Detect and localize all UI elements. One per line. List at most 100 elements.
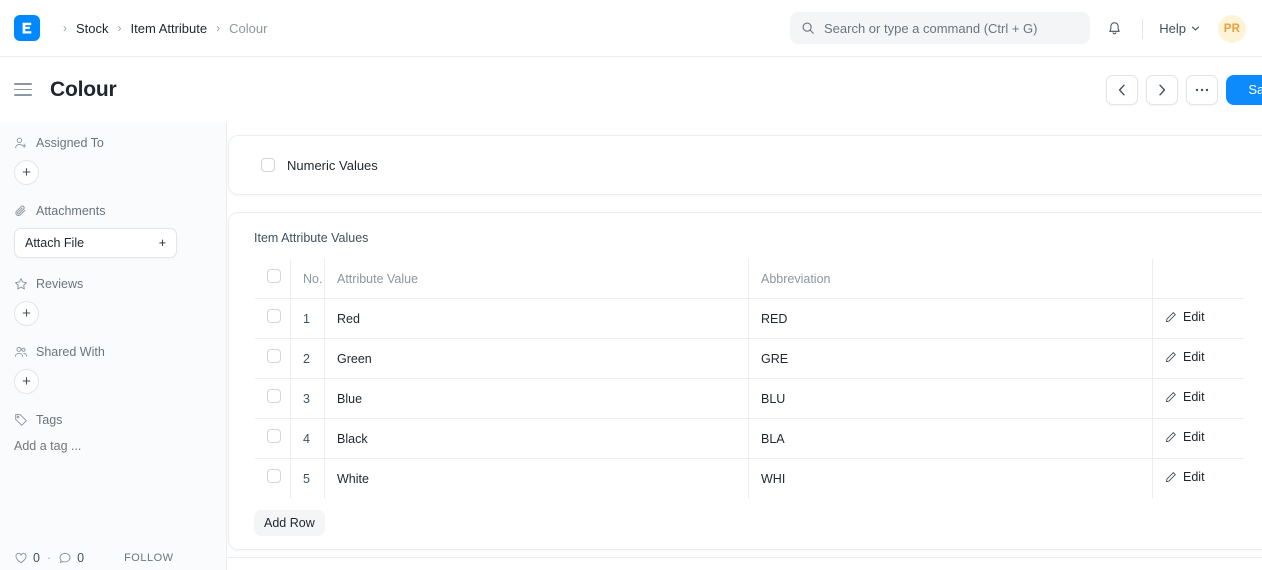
like-count-value: 0 bbox=[33, 551, 40, 565]
user-avatar[interactable]: PR bbox=[1218, 14, 1246, 43]
select-all-cell bbox=[255, 259, 291, 299]
edit-row-button[interactable]: Edit bbox=[1165, 350, 1205, 364]
column-header-no: No. bbox=[290, 259, 325, 299]
table-row[interactable]: 5 White WHI Edit bbox=[255, 458, 1245, 499]
global-search[interactable] bbox=[790, 12, 1090, 44]
shared-with-label: Shared With bbox=[36, 345, 105, 359]
hamburger-line-2 bbox=[14, 88, 32, 91]
more-actions-button[interactable] bbox=[1186, 74, 1219, 105]
bell-icon bbox=[1108, 22, 1120, 35]
help-menu-button[interactable]: Help bbox=[1155, 17, 1204, 40]
page-body: Assigned To + Attachments Attach File + bbox=[0, 122, 1262, 570]
edit-row-label: Edit bbox=[1183, 309, 1205, 324]
assigned-to-label-row: Assigned To bbox=[14, 136, 210, 150]
item-attribute-values-table: No. Attribute Value Abbreviation 1 Red R… bbox=[254, 258, 1245, 499]
row-abbreviation[interactable]: GRE bbox=[748, 338, 1153, 379]
row-abbreviation[interactable]: BLU bbox=[748, 378, 1153, 419]
row-attribute-value[interactable]: Blue bbox=[324, 378, 749, 419]
like-count[interactable]: 0 bbox=[14, 551, 40, 565]
edit-row-button[interactable]: Edit bbox=[1165, 390, 1205, 404]
numeric-values-checkbox[interactable] bbox=[261, 158, 275, 172]
row-attribute-value[interactable]: Black bbox=[324, 418, 749, 459]
follow-button[interactable]: FOLLOW bbox=[124, 552, 173, 564]
previous-document-button[interactable] bbox=[1106, 74, 1139, 105]
add-row-button[interactable]: Add Row bbox=[254, 510, 325, 536]
row-action-cell: Edit bbox=[1152, 338, 1244, 379]
reviews-label-row: Reviews bbox=[14, 277, 210, 291]
add-tag-input[interactable] bbox=[14, 439, 164, 453]
numeric-values-card: Numeric Values bbox=[228, 135, 1262, 195]
table-row[interactable]: 3 Blue BLU Edit bbox=[255, 378, 1244, 419]
breadcrumb-separator-0: › bbox=[63, 21, 67, 35]
row-checkbox[interactable] bbox=[267, 349, 281, 363]
sidebar-section-assigned-to: Assigned To + bbox=[14, 136, 210, 185]
chevron-down-icon bbox=[1191, 26, 1200, 31]
footer-separator: · bbox=[46, 551, 52, 565]
save-button[interactable]: Save bbox=[1226, 74, 1262, 105]
search-input[interactable] bbox=[824, 20, 1079, 36]
comment-count-value: 0 bbox=[77, 551, 85, 565]
attachments-label-row: Attachments bbox=[14, 204, 210, 218]
breadcrumb-item-stock[interactable]: Stock bbox=[76, 21, 109, 36]
grid-title: Item Attribute Values bbox=[254, 231, 369, 245]
row-select-cell bbox=[255, 378, 291, 419]
row-checkbox[interactable] bbox=[267, 309, 281, 323]
table-row[interactable]: 2 Green GRE Edit bbox=[255, 338, 1244, 379]
table-row[interactable]: 1 Red RED Edit bbox=[255, 298, 1244, 339]
row-action-cell: Edit bbox=[1153, 459, 1245, 499]
row-select-cell bbox=[255, 458, 291, 498]
edit-row-button[interactable]: Edit bbox=[1165, 310, 1205, 324]
row-number: 5 bbox=[290, 458, 325, 498]
row-abbreviation[interactable]: RED bbox=[748, 298, 1153, 339]
users-icon bbox=[15, 346, 27, 357]
row-action-cell: Edit bbox=[1152, 418, 1244, 459]
sidebar-toggle-icon[interactable] bbox=[14, 78, 38, 102]
navbar-divider bbox=[1142, 18, 1144, 39]
sidebar-section-attachments: Attachments Attach File + bbox=[14, 204, 210, 258]
row-select-cell bbox=[255, 298, 291, 339]
page-title: Colour bbox=[50, 77, 117, 101]
select-all-checkbox[interactable] bbox=[267, 269, 281, 283]
table-row[interactable]: 4 Black BLA Edit bbox=[255, 418, 1244, 459]
item-attribute-values-card: Item Attribute Values No. Attribute Valu… bbox=[228, 212, 1262, 550]
comment-icon bbox=[59, 552, 71, 563]
content-bottom-divider bbox=[227, 557, 1262, 558]
chevron-right-icon bbox=[1159, 84, 1166, 95]
row-abbreviation[interactable]: BLA bbox=[748, 418, 1153, 459]
main-content: Numeric Values Item Attribute Values No.… bbox=[227, 122, 1262, 570]
row-number: 4 bbox=[290, 418, 325, 459]
row-attribute-value[interactable]: White bbox=[324, 458, 749, 498]
row-checkbox[interactable] bbox=[267, 469, 281, 483]
comment-count[interactable]: 0 bbox=[58, 551, 84, 565]
row-attribute-value[interactable]: Red bbox=[324, 298, 749, 339]
notifications-button[interactable] bbox=[1098, 13, 1130, 45]
edit-row-label: Edit bbox=[1183, 349, 1205, 364]
breadcrumb-separator-1: › bbox=[117, 21, 122, 35]
tags-label: Tags bbox=[36, 413, 63, 427]
attach-file-button[interactable]: Attach File + bbox=[14, 228, 177, 258]
add-review-button[interactable]: + bbox=[14, 301, 39, 326]
edit-row-button[interactable]: Edit bbox=[1165, 470, 1205, 484]
app-logo-icon[interactable] bbox=[14, 15, 40, 41]
next-document-button[interactable] bbox=[1146, 74, 1179, 105]
table-body: 1 Red RED Edit 2 Green GRE Edit 3 Blue B… bbox=[255, 298, 1245, 499]
row-attribute-value[interactable]: Green bbox=[324, 338, 749, 379]
row-abbreviation[interactable]: WHI bbox=[748, 458, 1153, 498]
breadcrumb-item-item-attribute[interactable]: Item Attribute bbox=[131, 21, 208, 36]
edit-row-label: Edit bbox=[1183, 469, 1205, 484]
edit-row-button[interactable]: Edit bbox=[1165, 430, 1205, 444]
add-shared-user-button[interactable]: + bbox=[14, 369, 39, 394]
reviews-label: Reviews bbox=[36, 277, 84, 291]
attach-file-plus-icon: + bbox=[158, 236, 166, 250]
add-assignment-button[interactable]: + bbox=[14, 160, 39, 185]
sidebar-footer: 0 · 0 FOLLOW bbox=[14, 551, 212, 565]
row-checkbox[interactable] bbox=[267, 429, 281, 443]
row-checkbox[interactable] bbox=[267, 389, 281, 403]
page-actions: Save bbox=[1106, 74, 1262, 105]
sidebar-section-reviews: Reviews + bbox=[14, 277, 210, 326]
sidebar-section-shared-with: Shared With + bbox=[14, 345, 210, 394]
numeric-values-row[interactable]: Numeric Values bbox=[261, 158, 378, 173]
navbar-right-cluster: Help PR bbox=[1098, 0, 1246, 57]
help-label: Help bbox=[1159, 21, 1186, 36]
pencil-icon bbox=[1165, 311, 1176, 322]
